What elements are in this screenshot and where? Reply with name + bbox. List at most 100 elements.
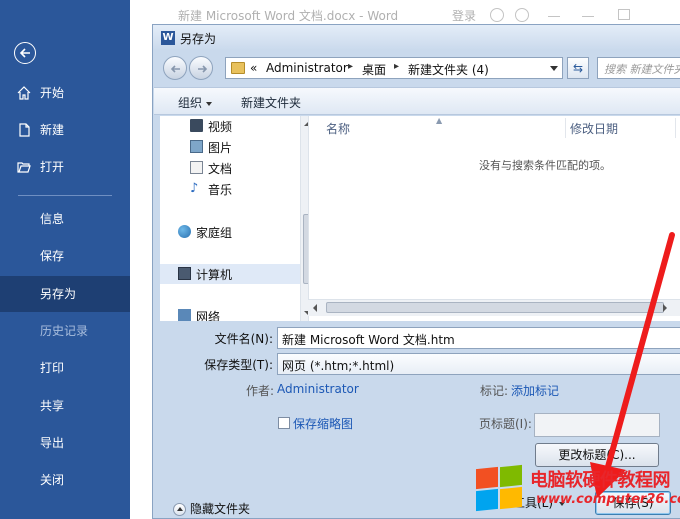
file-list-hscrollbar[interactable]	[308, 299, 680, 316]
document-icon	[190, 161, 203, 174]
refresh-button[interactable]: ⇆	[567, 57, 589, 79]
address-dropdown-icon[interactable]	[550, 66, 558, 71]
minimize-icon[interactable]	[582, 9, 594, 17]
back-icon	[170, 65, 180, 73]
organize-caret-icon	[206, 101, 213, 106]
nav-item-pictures[interactable]: 图片	[160, 137, 300, 157]
column-divider[interactable]	[675, 118, 676, 138]
backstage-share[interactable]: 共享	[0, 388, 130, 424]
back-button[interactable]	[163, 56, 187, 80]
forward-icon	[198, 65, 208, 73]
column-divider[interactable]	[565, 118, 566, 138]
scroll-right-icon[interactable]	[663, 304, 667, 312]
nav-item-network[interactable]: 网络	[160, 306, 300, 321]
smile-icon[interactable]	[490, 8, 504, 22]
back-arrow-icon[interactable]	[14, 42, 36, 64]
save-as-dialog: W 另存为 « Administrator ▸ 桌面 ▸ 新建文件夹 (4) ⇆…	[152, 24, 680, 519]
home-icon	[17, 86, 31, 100]
backstage-history[interactable]: 历史记录	[0, 313, 130, 349]
watermark-title: 电脑软硬件教程网	[530, 470, 671, 491]
filetype-label: 保存类型(T):	[204, 358, 273, 372]
author-label: 作者:	[246, 384, 275, 398]
backstage-home-label: 开始	[40, 86, 65, 100]
organize-label: 组织	[178, 96, 203, 110]
backstage-close[interactable]: 关闭	[0, 462, 130, 498]
filename-input[interactable]: 新建 Microsoft Word 文档.htm	[277, 327, 680, 349]
backstage-save-as[interactable]: 另存为	[0, 276, 130, 312]
restore-icon[interactable]	[618, 9, 630, 20]
address-bar[interactable]: « Administrator ▸ 桌面 ▸ 新建文件夹 (4)	[225, 57, 563, 79]
backstage-home[interactable]: 开始	[0, 75, 130, 111]
search-input[interactable]: 搜索 新建文件夹 (4)	[597, 57, 680, 79]
login-link[interactable]: 登录	[452, 7, 476, 24]
empty-results-message: 没有与搜索条件匹配的项。	[479, 159, 611, 172]
filetype-select[interactable]: 网页 (*.htm;*.html)	[277, 353, 680, 375]
word-window-title: 新建 Microsoft Word 文档.docx - Word	[178, 9, 399, 23]
dialog-toolbar: 组织 新建文件夹	[154, 87, 680, 115]
backstage-print[interactable]: 打印	[0, 350, 130, 386]
column-header-date-modified[interactable]: 修改日期	[570, 120, 618, 137]
navigation-pane: 视频 图片 文档 ♪ 音乐 家庭组 计算机 网络	[160, 116, 314, 321]
backstage-info-label: 信息	[40, 212, 65, 226]
nav-item-homegroup-label: 家庭组	[196, 226, 233, 240]
breadcrumb-separator-icon[interactable]: ▸	[394, 61, 399, 72]
backstage-open[interactable]: 打开	[0, 149, 130, 185]
backstage-new-label: 新建	[40, 123, 65, 137]
video-icon	[190, 119, 203, 132]
backstage-info[interactable]: 信息	[0, 201, 130, 237]
nav-item-videos[interactable]: 视频	[160, 116, 300, 136]
page-title-label: 页标题(I):	[479, 417, 532, 431]
hscroll-thumb[interactable]	[326, 302, 664, 313]
picture-icon	[190, 140, 203, 153]
site-watermark: 电脑软硬件教程网 www.computer26.com	[476, 464, 680, 516]
network-icon	[178, 309, 191, 321]
breadcrumb-separator-icon[interactable]: ▸	[348, 61, 353, 72]
nav-item-computer[interactable]: 计算机	[160, 264, 300, 284]
new-folder-button[interactable]: 新建文件夹	[241, 94, 301, 111]
nav-item-documents-label: 文档	[208, 162, 233, 176]
folder-icon	[231, 62, 245, 74]
backstage-open-label: 打开	[40, 160, 65, 174]
backstage-new[interactable]: 新建	[0, 112, 130, 148]
music-icon: ♪	[190, 181, 199, 196]
filename-label: 文件名(N):	[214, 332, 273, 346]
breadcrumb-prefix[interactable]: «	[250, 61, 257, 75]
hide-folders-label: 隐藏文件夹	[190, 502, 251, 516]
nav-item-pictures-label: 图片	[208, 141, 233, 155]
nav-item-videos-label: 视频	[208, 120, 233, 134]
organize-button[interactable]: 组织	[178, 94, 213, 111]
column-header-name[interactable]: 名称	[326, 120, 350, 137]
nav-item-music[interactable]: ♪ 音乐	[160, 179, 300, 199]
backstage-export-label: 导出	[40, 436, 65, 450]
backstage-save[interactable]: 保存	[0, 238, 130, 274]
nav-item-homegroup[interactable]: 家庭组	[160, 222, 300, 242]
hide-folders-toggle[interactable]: 隐藏文件夹	[173, 500, 250, 517]
breadcrumb-desktop[interactable]: 桌面	[362, 61, 386, 78]
backstage-export[interactable]: 导出	[0, 425, 130, 461]
breadcrumb-folder[interactable]: 新建文件夹 (4)	[408, 61, 489, 78]
breadcrumb-administrator[interactable]: Administrator	[266, 61, 348, 75]
nav-item-documents[interactable]: 文档	[160, 158, 300, 178]
ribbon-display-icon[interactable]	[548, 9, 560, 17]
save-thumbnail-checkbox[interactable]	[278, 417, 290, 429]
dialog-title: 另存为	[180, 32, 217, 46]
change-title-button[interactable]: 更改标题(C)...	[535, 443, 659, 467]
watermark-url: www.computer26.com	[536, 492, 680, 507]
open-folder-icon	[17, 162, 31, 173]
save-thumbnail-label[interactable]: 保存缩略图	[293, 415, 353, 432]
tags-add-link[interactable]: 添加标记	[511, 382, 559, 399]
author-value[interactable]: Administrator	[277, 382, 359, 396]
windows-logo-icon	[476, 464, 524, 512]
nav-item-network-label: 网络	[196, 310, 221, 321]
nav-item-music-label: 音乐	[208, 183, 233, 197]
forward-button[interactable]	[189, 56, 213, 80]
word-app-icon: W	[161, 31, 175, 45]
collapse-icon	[173, 503, 186, 516]
backstage-save-label: 保存	[40, 249, 65, 263]
refresh-icon: ⇆	[572, 61, 584, 75]
backstage-save-as-label: 另存为	[40, 287, 77, 301]
backstage-history-label: 历史记录	[40, 324, 89, 338]
frown-icon[interactable]	[515, 8, 529, 22]
scroll-left-icon[interactable]	[313, 304, 317, 312]
page-title-input[interactable]	[534, 413, 660, 437]
